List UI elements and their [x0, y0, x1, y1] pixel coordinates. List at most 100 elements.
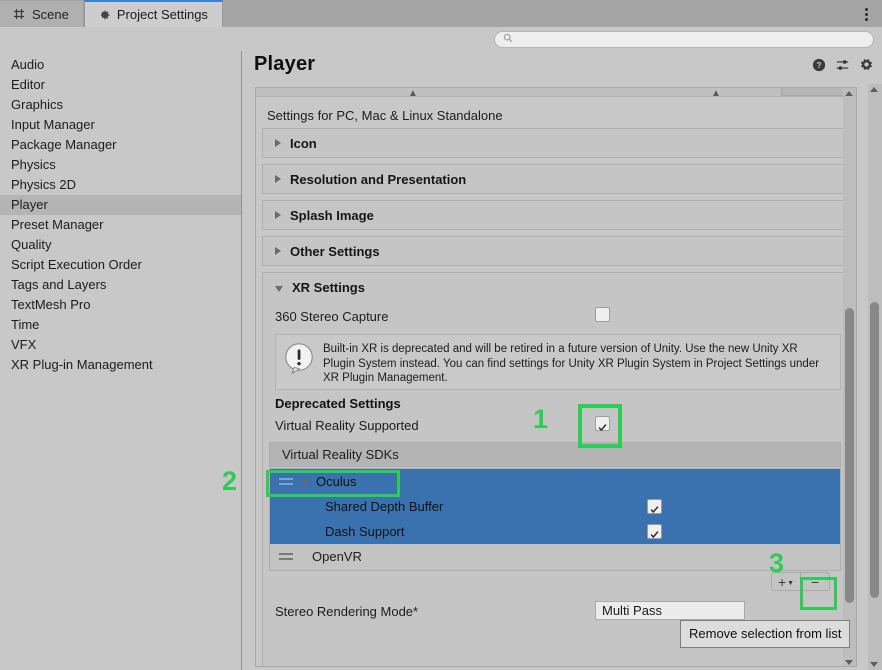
sidebar-item-xr-plugin-management[interactable]: XR Plug-in Management [0, 355, 241, 375]
tab-strip-filler [222, 1, 854, 27]
platform-icon-b: ▲ [711, 88, 721, 99]
sdk-option-dash-support[interactable]: Dash Support [270, 519, 840, 544]
sidebar-item-textmesh-pro[interactable]: TextMesh Pro [0, 295, 241, 315]
drag-handle-icon[interactable] [279, 478, 293, 485]
virtual-reality-sdks-list[interactable]: Oculus Shared Depth Buffer Dash Support … [269, 468, 841, 571]
section-resolution-and-presentation[interactable]: Resolution and Presentation [262, 164, 852, 194]
sidebar-item-player[interactable]: Player [0, 195, 241, 215]
panel-scrollbar[interactable] [868, 84, 882, 670]
sidebar-item-physics[interactable]: Physics [0, 155, 241, 175]
scroll-up-arrow-icon[interactable] [845, 91, 853, 96]
search-input[interactable] [494, 30, 874, 48]
settings-gear-icon[interactable] [859, 57, 874, 77]
chevron-right-icon [275, 175, 281, 183]
scroll-down-arrow-icon[interactable] [870, 662, 878, 667]
window-tab-strip: Scene Project Settings [0, 0, 882, 27]
annotation-number-1: 1 [533, 404, 549, 434]
annotation-number-3: 3 [769, 548, 785, 578]
chevron-down-icon [275, 285, 283, 292]
stereo-rendering-mode-dropdown[interactable]: Multi Pass [595, 601, 745, 620]
sidebar-item-audio[interactable]: Audio [0, 55, 241, 75]
shared-depth-buffer-checkbox[interactable] [647, 499, 662, 514]
virtual-reality-sdks-header: Virtual Reality SDKs [269, 442, 841, 467]
section-other-label: Other Settings [290, 243, 380, 259]
help-icon[interactable]: ? [812, 58, 826, 77]
sidebar-item-input-manager[interactable]: Input Manager [0, 115, 241, 135]
page-title: Player [254, 53, 316, 75]
annotation-number-2: 2 [222, 466, 238, 496]
content-scrollbar-thumb[interactable] [845, 308, 854, 603]
sidebar-item-editor[interactable]: Editor [0, 75, 241, 95]
sidebar-item-quality[interactable]: Quality [0, 235, 241, 255]
deprecated-settings-heading: Deprecated Settings [275, 396, 401, 411]
chevron-right-icon [275, 139, 281, 147]
player-settings-content: ▲ ▲ Settings for PC, Mac & Linux Standal… [255, 87, 857, 667]
section-icon[interactable]: Icon [262, 128, 852, 158]
stereo-capture-checkbox[interactable] [595, 307, 610, 322]
sdk-item-openvr-label: OpenVR [312, 549, 362, 564]
chevron-down-icon[interactable] [301, 479, 309, 486]
section-xr-label: XR Settings [292, 280, 365, 295]
drag-handle-icon[interactable] [279, 553, 293, 560]
xr-deprecation-warning: Built-in XR is deprecated and will be re… [275, 334, 841, 390]
search-row [0, 27, 882, 51]
scroll-up-arrow-icon[interactable] [870, 87, 878, 92]
sdk-item-oculus-label: Oculus [316, 474, 357, 489]
sdk-option-shared-depth-buffer[interactable]: Shared Depth Buffer [270, 494, 840, 519]
tab-scene-label: Scene [32, 6, 69, 22]
platform-tab-bar[interactable]: ▲ ▲ [256, 88, 856, 99]
gear-icon [97, 8, 111, 22]
xr-warning-text: Built-in XR is deprecated and will be re… [323, 343, 820, 384]
dash-support-checkbox[interactable] [647, 524, 662, 539]
svg-text:?: ? [816, 60, 821, 70]
panel-header-icons: ? [812, 57, 874, 77]
remove-button-tooltip: Remove selection from list [680, 620, 851, 648]
dash-support-label: Dash Support [325, 524, 405, 539]
sdk-item-openvr[interactable]: OpenVR [270, 544, 840, 569]
scroll-down-arrow-icon[interactable] [845, 660, 853, 665]
remove-sdk-label: − [810, 573, 820, 590]
panel-scrollbar-thumb[interactable] [870, 302, 879, 598]
virtual-reality-supported-label: Virtual Reality Supported [275, 418, 419, 433]
unity-editor-window: Scene Project Settings Audio Editor Grap… [0, 0, 882, 670]
section-splash-image[interactable]: Splash Image [262, 200, 852, 230]
sidebar-item-tags-and-layers[interactable]: Tags and Layers [0, 275, 241, 295]
content-scrollbar[interactable] [843, 88, 856, 666]
check-icon [650, 527, 659, 539]
tab-scene[interactable]: Scene [0, 1, 84, 27]
tab-project-settings[interactable]: Project Settings [83, 0, 223, 27]
grid-icon [12, 7, 26, 21]
check-icon [650, 502, 659, 514]
settings-category-sidebar[interactable]: Audio Editor Graphics Input Manager Pack… [0, 51, 242, 670]
warning-speech-icon [282, 341, 316, 380]
xr-settings-body: 360 Stereo Capture Built-in XR is deprec… [262, 302, 852, 666]
sidebar-item-vfx[interactable]: VFX [0, 335, 241, 355]
virtual-reality-supported-checkbox[interactable] [595, 416, 610, 432]
section-other-settings[interactable]: Other Settings [262, 236, 852, 266]
sidebar-item-package-manager[interactable]: Package Manager [0, 135, 241, 155]
platform-tab-unselected[interactable] [256, 88, 781, 96]
chevron-right-icon [275, 211, 281, 219]
sidebar-item-time[interactable]: Time [0, 315, 241, 335]
check-icon [598, 419, 607, 432]
preset-icon[interactable] [835, 58, 850, 77]
remove-sdk-button[interactable]: − [800, 572, 830, 591]
sdk-item-oculus[interactable]: Oculus [270, 469, 840, 494]
tab-project-settings-label: Project Settings [116, 7, 208, 22]
stereo-capture-label: 360 Stereo Capture [275, 309, 389, 324]
player-settings-panel: Player ? ▲ ▲ Settings for PC, Mac & Linu… [243, 51, 882, 670]
sidebar-item-script-execution-order[interactable]: Script Execution Order [0, 255, 241, 275]
chevron-right-icon [275, 247, 281, 255]
section-splash-label: Splash Image [290, 207, 374, 223]
settings-for-label: Settings for PC, Mac & Linux Standalone [267, 108, 503, 123]
section-resolution-label: Resolution and Presentation [290, 171, 467, 187]
chevron-down-icon: ▼ [787, 580, 795, 587]
shared-depth-buffer-label: Shared Depth Buffer [325, 499, 444, 514]
sidebar-item-physics-2d[interactable]: Physics 2D [0, 175, 241, 195]
sidebar-item-preset-manager[interactable]: Preset Manager [0, 215, 241, 235]
platform-icon-a: ▲ [408, 88, 418, 99]
section-xr-settings[interactable]: XR Settings [262, 272, 852, 302]
more-options-icon[interactable] [854, 1, 878, 27]
section-icon-label: Icon [290, 135, 317, 151]
sidebar-item-graphics[interactable]: Graphics [0, 95, 241, 115]
